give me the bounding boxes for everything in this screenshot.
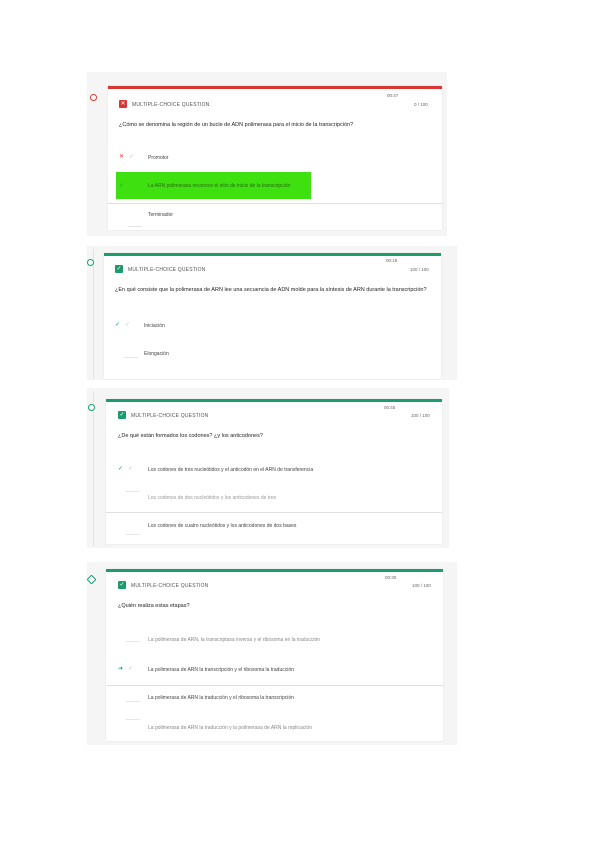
question-text: ¿De qué están formados los codones? ¿y l… [118, 433, 263, 439]
question-card-4: ✓ MULTIPLE-CHOICE QUESTION 00:30 100 / 1… [106, 569, 443, 741]
answer-option[interactable]: Los codones de tres nucleótidos y el ant… [148, 467, 313, 473]
divider [108, 203, 442, 204]
option-underline [126, 491, 140, 492]
answer-option[interactable]: Terminador [148, 212, 173, 218]
question-time: 00:18 [386, 258, 398, 263]
question-card-1: ✕ MULTIPLE-CHOICE QUESTION 00:47 0 / 100… [108, 86, 442, 230]
divider [106, 685, 443, 686]
check-icon: ✓ [119, 183, 125, 189]
timeline-line [93, 391, 94, 546]
answer-option[interactable]: La polimerasa de ARN la traducción y la … [148, 725, 312, 731]
x-icon: ✕ [119, 100, 127, 108]
timeline-dot-3 [88, 404, 95, 411]
answer-option[interactable]: Los codones de dos nucleótidos y los ant… [148, 495, 276, 501]
timeline-line [93, 249, 94, 379]
answer-option[interactable]: Elongación [144, 351, 169, 357]
question-time: 00:47 [387, 93, 399, 98]
question-score: 100 / 100 [412, 583, 431, 588]
option-underline [126, 719, 140, 720]
check-icon: ✓ [115, 265, 123, 273]
timeline-dot-1 [90, 94, 97, 101]
answer-option[interactable]: Iniciación [144, 323, 165, 329]
check-icon: ✓ [115, 322, 121, 328]
answer-option[interactable]: La polimerasa de ARN la traducción y el … [148, 695, 294, 701]
question-type-label: MULTIPLE-CHOICE QUESTION [128, 267, 206, 273]
option-underline [126, 641, 140, 642]
question-text: ¿Quién realiza estas etapas? [118, 603, 190, 609]
option-underline [128, 226, 142, 227]
question-type-label: MULTIPLE-CHOICE QUESTION [132, 102, 210, 108]
question-type-label: MULTIPLE-CHOICE QUESTION [131, 413, 209, 419]
question-type-label: MULTIPLE-CHOICE QUESTION [131, 583, 209, 589]
check-icon: ✓ [128, 466, 134, 472]
question-score: 100 / 100 [410, 267, 429, 272]
timeline-dot-2 [87, 259, 94, 266]
check-icon: ✓ [118, 411, 126, 419]
question-card-2: ✓ MULTIPLE-CHOICE QUESTION 00:18 100 / 1… [104, 253, 441, 379]
question-score: 0 / 100 [414, 102, 428, 107]
check-icon: ✓ [129, 154, 135, 160]
check-icon: ➜ [118, 666, 124, 672]
card-topbar-4 [106, 569, 443, 572]
divider [106, 512, 442, 513]
x-icon: ✕ [119, 154, 125, 160]
answer-option[interactable]: La ARN polimerasa reconoce el sitio de i… [148, 183, 290, 189]
question-text: ¿Cómo se denomina la región de un bucle … [119, 122, 354, 128]
answer-option[interactable]: La polimerasa de ARN la transcripción y … [148, 667, 294, 673]
check-icon: ✓ [118, 581, 126, 589]
question-card-3: ✓ MULTIPLE-CHOICE QUESTION 00:45 100 / 1… [106, 399, 442, 544]
answer-option[interactable]: Promotor [148, 155, 169, 161]
check-icon: ✓ [128, 666, 134, 672]
answer-option[interactable]: Los codones de cuatro nucleótidos y los … [148, 523, 296, 529]
check-icon: ✓ [118, 466, 124, 472]
answer-option[interactable]: La polimerasa de ARN, la transcriptasa i… [148, 637, 320, 643]
question-time: 00:45 [384, 405, 396, 410]
option-underline [126, 701, 140, 702]
card-topbar-2 [104, 253, 441, 256]
question-text: ¿En qué consiste que la polimerasa de AR… [115, 287, 427, 293]
option-underline [124, 357, 138, 358]
card-topbar-3 [106, 399, 442, 402]
question-time: 00:30 [385, 575, 397, 580]
card-topbar-1 [108, 86, 442, 89]
question-score: 100 / 100 [411, 413, 430, 418]
option-underline [126, 534, 140, 535]
check-icon: ✓ [125, 322, 131, 328]
